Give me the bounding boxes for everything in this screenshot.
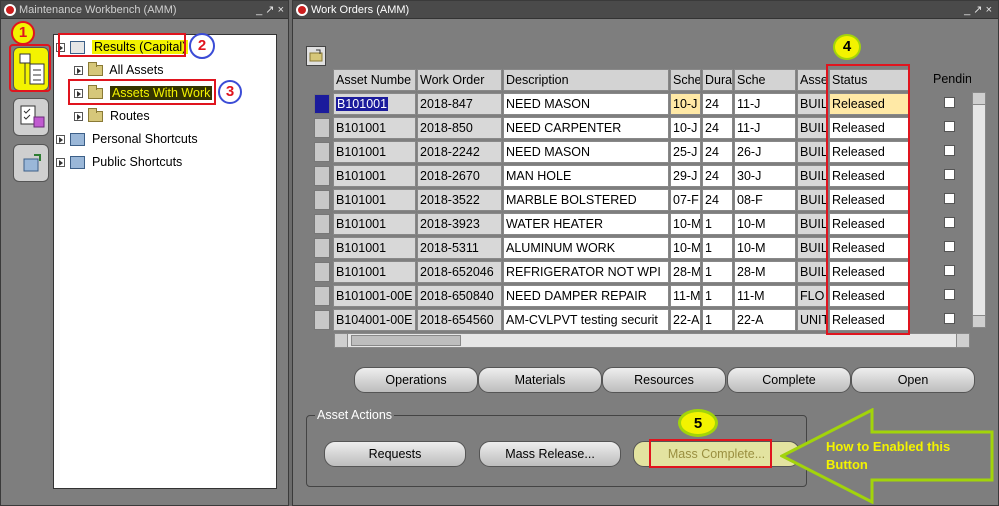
asset-actions-label: Asset Actions [315, 408, 395, 422]
folder-icon [88, 62, 104, 77]
personal-shortcuts-label: Personal Shortcuts [91, 132, 198, 146]
window-controls-icon[interactable]: _ ↗ × [256, 3, 284, 17]
expand-icon[interactable] [56, 135, 65, 145]
expand-icon[interactable] [74, 66, 83, 76]
shortcut-icon [70, 133, 86, 147]
oracle-logo-icon [4, 4, 16, 16]
materials-button[interactable]: Materials [478, 367, 602, 393]
scroll-right-arrow-icon[interactable] [956, 334, 969, 347]
open-folder-icon [309, 49, 323, 62]
scroll-up-arrow-icon[interactable] [973, 93, 985, 105]
tree-node-all-assets[interactable]: All Assets [74, 60, 163, 80]
callout-text: How to Enabled this Button [826, 439, 951, 472]
annotation-badge-5: 5 [678, 409, 718, 437]
public-shortcuts-label: Public Shortcuts [91, 155, 183, 169]
annotation-badge-3: 3 [218, 80, 242, 104]
tree-node-public-shortcuts[interactable]: Public Shortcuts [56, 152, 182, 172]
shortcut-icon [70, 156, 86, 170]
vertical-scrollbar[interactable] [972, 92, 986, 328]
scroll-down-arrow-icon[interactable] [973, 315, 985, 327]
routes-label: Routes [109, 109, 150, 123]
checklist-tab-button[interactable] [13, 98, 49, 136]
mass-release-button[interactable]: Mass Release... [479, 441, 621, 467]
annotation-box-assets-with-work [68, 79, 216, 105]
horizontal-scrollbar[interactable] [334, 333, 970, 348]
annotation-box-mass-complete [649, 439, 772, 468]
checklist-cube-icon [20, 105, 45, 128]
requests-button[interactable]: Requests [324, 441, 466, 467]
window-controls-icon[interactable]: _ ↗ × [964, 3, 992, 17]
expand-icon[interactable] [74, 112, 83, 122]
resources-button[interactable]: Resources [602, 367, 726, 393]
scroll-left-arrow-icon[interactable] [335, 334, 348, 347]
tree-node-routes[interactable]: Routes [74, 106, 150, 126]
all-assets-label: All Assets [109, 63, 164, 77]
open-folder-button[interactable] [306, 46, 326, 66]
annotation-badge-4: 4 [833, 34, 861, 60]
annotation-box-sidebar [9, 44, 51, 92]
folder-icon [88, 108, 104, 123]
right-window-title: Work Orders (AMM) [311, 4, 410, 16]
annotation-box-status-column [826, 64, 910, 335]
scroll-thumb[interactable] [351, 335, 461, 346]
complete-button[interactable]: Complete [727, 367, 851, 393]
annotation-badge-1: 1 [11, 21, 35, 45]
annotation-badge-2: 2 [189, 33, 215, 59]
expand-icon[interactable] [56, 158, 65, 168]
tree-node-personal-shortcuts[interactable]: Personal Shortcuts [56, 129, 198, 149]
operations-button[interactable]: Operations [354, 367, 478, 393]
left-window-titlebar[interactable]: Maintenance Workbench (AMM) _ ↗ × [1, 1, 288, 19]
oracle-logo-icon [296, 4, 308, 16]
shortcut-tab-button[interactable] [13, 144, 49, 182]
left-window-title: Maintenance Workbench (AMM) [19, 4, 177, 16]
right-window-titlebar[interactable]: Work Orders (AMM) _ ↗ × [293, 1, 998, 19]
folder-arrow-icon [23, 154, 41, 172]
open-button[interactable]: Open [851, 367, 975, 393]
annotation-box-results [58, 33, 186, 57]
